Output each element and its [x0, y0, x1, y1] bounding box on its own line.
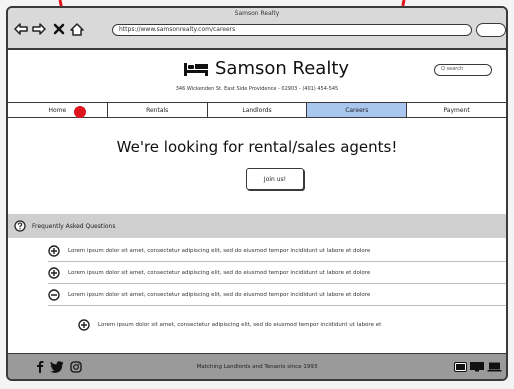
faq-item-expanded[interactable]: Lorem ipsum dolor sit amet, consectetur … — [48, 284, 506, 306]
faq-question-text: Lorem ipsum dolor sit amet, consectetur … — [98, 322, 382, 328]
faq-item[interactable]: Lorem ipsum dolor sit amet, consectetur … — [48, 240, 506, 262]
close-icon — [53, 23, 65, 35]
minus-circle-icon — [48, 288, 60, 301]
wireframe-canvas: Samson Realty https://www.samsonrealty.c… — [0, 0, 514, 389]
brand-logo[interactable]: Samson Realty — [183, 58, 349, 79]
window-title: Samson Realty — [234, 10, 280, 17]
nav-tab-payment[interactable]: Payment — [407, 103, 506, 117]
faq-section-header[interactable]: Frequently Asked Questions — [8, 214, 506, 238]
browser-search-field[interactable] — [476, 23, 506, 37]
site-header: Samson Realty 346 Wickenden St. East Sid… — [8, 50, 506, 102]
nav-tab-home[interactable]: Home — [8, 103, 108, 117]
nav-tab-careers[interactable]: Careers — [307, 103, 408, 117]
bed-icon — [184, 62, 208, 76]
home-icon — [70, 22, 84, 36]
footer-tagline: Matching Landlords and Tenants since 199… — [196, 364, 318, 370]
back-arrow-icon — [14, 23, 28, 35]
brand-name: Samson Realty — [215, 58, 350, 79]
faq-question-text: Lorem ipsum dolor sit amet, consectetur … — [68, 247, 371, 254]
nav-tab-landlords[interactable]: Landlords — [208, 103, 308, 117]
forward-arrow-icon — [32, 23, 46, 35]
company-address: 346 Wickenden St. East Side Providence -… — [175, 86, 339, 92]
browser-titlebar: Samson Realty https://www.samsonrealty.c… — [8, 8, 506, 50]
nav-tab-rentals[interactable]: Rentals — [108, 103, 208, 117]
question-circle-icon — [14, 220, 26, 232]
plus-circle-icon — [78, 319, 90, 331]
address-bar[interactable]: https://www.samsonrealty.com/careers — [112, 24, 472, 36]
laptop-icon[interactable] — [487, 362, 502, 372]
tablet-icon[interactable] — [454, 362, 467, 372]
faq-question-text: Lorem ipsum dolor sit amet, consectetur … — [68, 269, 371, 276]
site-search-input[interactable]: Q search — [434, 64, 492, 76]
back-button[interactable] — [14, 22, 28, 36]
plus-circle-icon — [48, 266, 60, 279]
annotation-marker — [74, 106, 86, 118]
faq-item[interactable]: Lorem ipsum dolor sit amet, consectetur … — [48, 262, 506, 284]
home-button[interactable] — [70, 22, 84, 36]
faq-title: Frequently Asked Questions — [32, 222, 116, 230]
faq-sub-item[interactable]: Lorem ipsum dolor sit amet, consectetur … — [78, 314, 506, 336]
stop-button[interactable] — [52, 22, 66, 36]
browser-window: Samson Realty https://www.samsonrealty.c… — [6, 6, 508, 381]
faq-question-text: Lorem ipsum dolor sit amet, consectetur … — [68, 291, 371, 298]
desktop-icon[interactable] — [470, 362, 484, 372]
forward-button[interactable] — [32, 22, 46, 36]
device-view-toggles — [454, 362, 502, 372]
hero-heading: We're looking for rental/sales agents! — [116, 138, 398, 156]
site-footer: Matching Landlords and Tenants since 199… — [8, 353, 506, 379]
join-us-button[interactable]: Join us! — [246, 168, 304, 190]
plus-circle-icon — [48, 244, 60, 257]
